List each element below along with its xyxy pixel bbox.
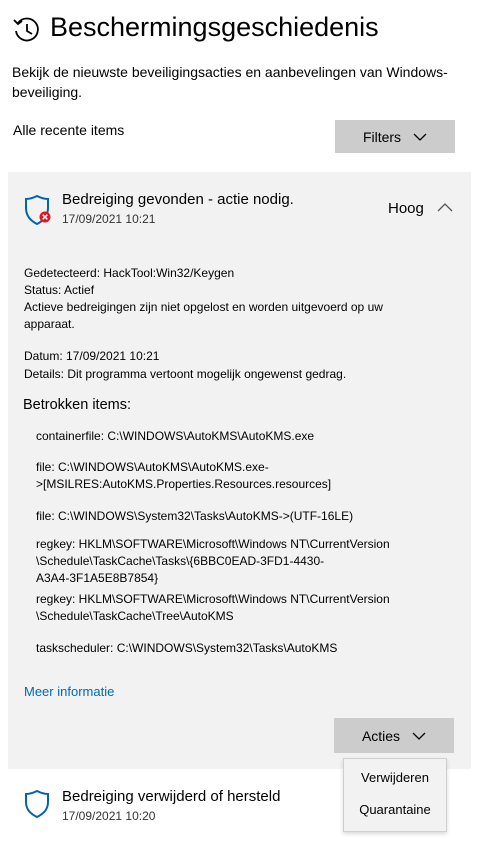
list-item: file: C:\WINDOWS\AutoKMS\AutoKMS.exe- >[… bbox=[36, 460, 332, 491]
severity-label: Hoog bbox=[388, 200, 424, 217]
page-title: Beschermingsgeschiedenis bbox=[50, 12, 379, 42]
list-item: file: C:\WINDOWS\System32\Tasks\AutoKMS-… bbox=[36, 509, 354, 523]
list-item: containerfile: C:\WINDOWS\AutoKMS\AutoKM… bbox=[36, 429, 315, 443]
threat-date: 17/09/2021 10:21 bbox=[62, 212, 156, 226]
threat2-title: Bedreiging verwijderd of hersteld bbox=[62, 788, 281, 805]
more-info-link[interactable]: Meer informatie bbox=[24, 684, 114, 699]
actions-button[interactable]: Acties bbox=[334, 718, 454, 753]
actions-menu: Verwijderen Quarantaine bbox=[343, 758, 447, 832]
list-item: regkey: HKLM\SOFTWARE\Microsoft\Windows … bbox=[36, 592, 390, 623]
status-line: Status: Actief bbox=[24, 283, 95, 297]
detected-line: Gedetecteerd: HackTool:Win32/Keygen bbox=[24, 266, 235, 280]
menu-item-quarantine[interactable]: Quarantaine bbox=[344, 802, 446, 817]
status-description: Actieve bedreigingen zijn niet opgelost … bbox=[24, 300, 383, 331]
recent-items-label: Alle recente items bbox=[13, 122, 125, 138]
filters-button[interactable]: Filters bbox=[335, 120, 455, 153]
affected-items-heading: Betrokken items: bbox=[23, 397, 131, 413]
chevron-down-icon bbox=[412, 732, 426, 740]
shield-alert-icon bbox=[25, 194, 51, 226]
filters-button-label: Filters bbox=[362, 128, 402, 145]
threat2-date: 17/09/2021 10:20 bbox=[62, 809, 156, 823]
threat-title: Bedreiging gevonden - actie nodig. bbox=[62, 191, 294, 208]
menu-item-remove[interactable]: Verwijderen bbox=[344, 770, 446, 785]
shield-icon bbox=[25, 789, 49, 819]
list-item: taskscheduler: C:\WINDOWS\System32\Tasks… bbox=[36, 641, 338, 655]
list-item: regkey: HKLM\SOFTWARE\Microsoft\Windows … bbox=[36, 537, 390, 585]
history-icon bbox=[13, 17, 39, 42]
chevron-down-icon bbox=[413, 133, 427, 141]
actions-button-label: Acties bbox=[361, 727, 401, 744]
page-description: Bekijk de nieuwste beveiligingsacties en… bbox=[12, 64, 448, 100]
date-line: Datum: 17/09/2021 10:21 bbox=[24, 349, 160, 363]
chevron-up-icon[interactable] bbox=[436, 200, 454, 214]
details-line: Details: Dit programma vertoont mogelijk… bbox=[24, 367, 347, 381]
